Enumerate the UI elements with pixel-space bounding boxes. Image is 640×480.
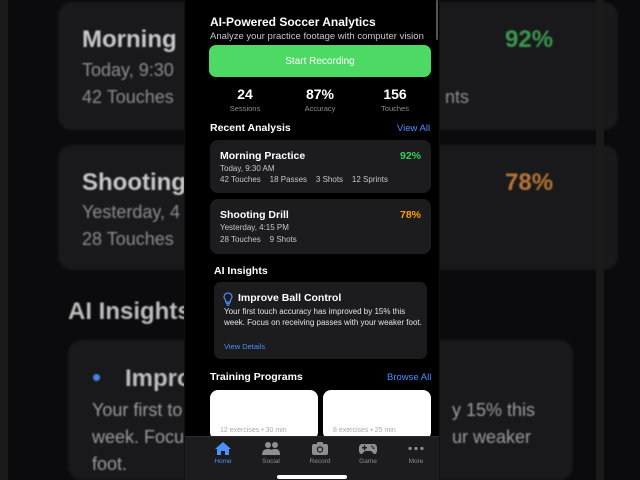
insight-title: Improve Ball Control bbox=[238, 292, 342, 304]
analysis-percent: 92% bbox=[399, 150, 421, 162]
bg-right-edge bbox=[596, 0, 604, 480]
stat-value: 156 bbox=[383, 86, 407, 102]
stat-value: 87% bbox=[305, 86, 335, 102]
lightbulb-icon bbox=[223, 292, 233, 306]
analysis-card-shooting[interactable]: Shooting Drill 78% Yesterday, 4:15 PM 28… bbox=[210, 199, 431, 254]
analysis-card-morning[interactable]: Morning Practice 92% Today, 9:30 AM 42 T… bbox=[210, 140, 431, 193]
view-details-link[interactable]: View Details bbox=[224, 342, 265, 351]
tab-label: More bbox=[408, 458, 424, 465]
stat-label: Touches bbox=[381, 104, 409, 113]
app-title: AI-Powered Soccer Analytics bbox=[210, 15, 376, 29]
bg-shooting-touches: 28 Touches bbox=[82, 229, 174, 249]
program-card[interactable]: 8 exercises • 25 min bbox=[323, 390, 431, 440]
bg-left-edge bbox=[0, 0, 8, 480]
bg-ins-line2: week. Focu bbox=[92, 427, 185, 447]
bg-ins-title: Impro bbox=[125, 365, 192, 392]
bg-insights-title: AI Insights bbox=[68, 298, 191, 325]
start-recording-button[interactable]: Start Recording bbox=[209, 45, 431, 77]
ellipsis-icon bbox=[408, 446, 424, 451]
analysis-title: Shooting Drill bbox=[220, 209, 289, 221]
gamepad-icon bbox=[358, 444, 378, 455]
program-details: 8 exercises • 25 min bbox=[333, 427, 396, 434]
analysis-details: 28 Touches 9 Shots bbox=[220, 235, 297, 244]
stat-sessions: 24 Sessions bbox=[215, 86, 275, 113]
people-icon bbox=[262, 442, 280, 455]
analysis-time: Today, 9:30 AM bbox=[220, 164, 275, 173]
stat-label: Sessions bbox=[229, 104, 261, 113]
tab-social[interactable]: Social bbox=[251, 441, 291, 465]
bg-ins-line3: foot. bbox=[92, 454, 128, 474]
tab-game[interactable]: Game bbox=[348, 441, 388, 465]
tab-label: Social bbox=[262, 458, 280, 465]
home-indicator[interactable] bbox=[277, 475, 347, 479]
bg-morning-time: Today, 9:30 bbox=[82, 60, 174, 80]
tab-label: Home bbox=[214, 458, 232, 465]
ai-insights-title: AI Insights bbox=[214, 265, 268, 277]
browse-all-link[interactable]: Browse All bbox=[387, 372, 431, 383]
tab-home[interactable]: Home bbox=[203, 441, 243, 465]
tab-label: Game bbox=[359, 458, 377, 465]
bg-ins-line2-tail: ur weaker bbox=[452, 427, 532, 447]
bg-shooting-time: Yesterday, 4 bbox=[82, 202, 181, 222]
phone-screen: AI-Powered Soccer Analytics Analyze your… bbox=[185, 0, 439, 480]
bg-bulb-icon: • bbox=[92, 362, 102, 392]
program-details: 12 exercises • 30 min bbox=[220, 427, 287, 434]
stat-touches: 156 Touches bbox=[365, 86, 425, 113]
tab-label: Record bbox=[309, 458, 331, 465]
stat-label: Accuracy bbox=[304, 104, 336, 113]
insight-body: Your first touch accuracy has improved b… bbox=[224, 307, 422, 327]
view-all-link[interactable]: View All bbox=[397, 123, 430, 134]
analysis-percent: 78% bbox=[399, 209, 421, 221]
bg-ins-line1: Your first to bbox=[92, 400, 183, 420]
training-programs-title: Training Programs bbox=[210, 371, 303, 383]
insight-card[interactable]: Improve Ball Control Your first touch ac… bbox=[214, 282, 427, 359]
analysis-details: 42 Touches 18 Passes 3 Shots 12 Sprints bbox=[220, 175, 388, 184]
bg-morning-title: Morning bbox=[82, 26, 177, 53]
app-subtitle: Analyze your practice footage with compu… bbox=[210, 31, 424, 42]
scrollbar[interactable] bbox=[436, 0, 438, 40]
recent-analysis-title: Recent Analysis bbox=[210, 122, 291, 134]
bg-shooting-title: Shooting bbox=[82, 169, 186, 196]
bg-morning-touches: 42 Touches bbox=[82, 87, 174, 107]
bg-morning-pct: 92% bbox=[505, 26, 554, 53]
tab-bar: Home Social Record Game More bbox=[185, 436, 439, 480]
analysis-title: Morning Practice bbox=[220, 150, 306, 162]
program-card[interactable]: 12 exercises • 30 min bbox=[210, 390, 318, 440]
stat-value: 24 bbox=[237, 86, 253, 102]
house-icon bbox=[215, 442, 231, 455]
bg-shooting-pct: 78% bbox=[505, 169, 554, 196]
analysis-time: Yesterday, 4:15 PM bbox=[220, 223, 289, 232]
camera-icon bbox=[312, 442, 328, 455]
tab-record[interactable]: Record bbox=[300, 441, 340, 465]
bg-ins-line1-tail: y 15% this bbox=[452, 400, 536, 420]
bg-morning-tail: nts bbox=[445, 87, 470, 107]
tab-more[interactable]: More bbox=[396, 441, 436, 465]
stat-accuracy: 87% Accuracy bbox=[290, 86, 350, 113]
